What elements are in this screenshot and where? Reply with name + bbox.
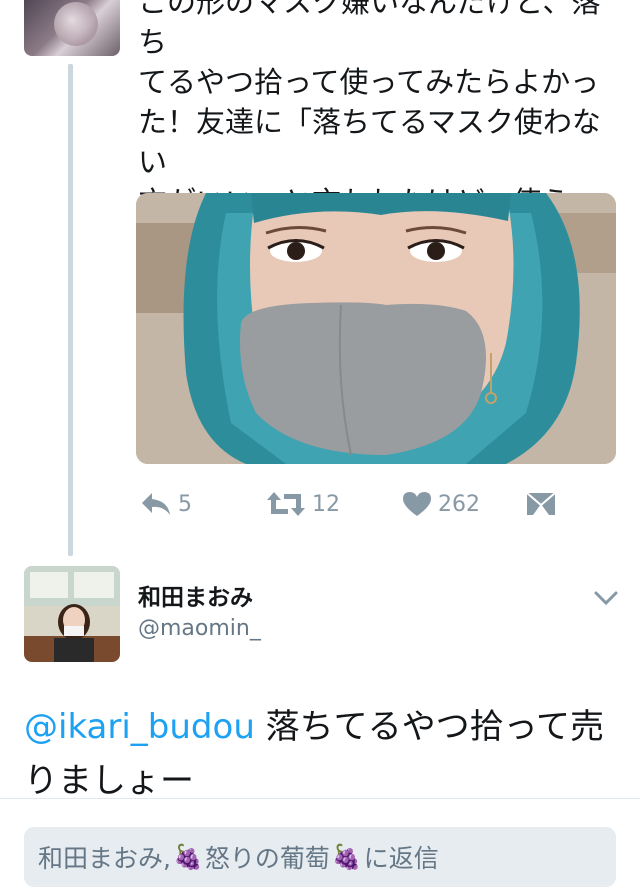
reply-input[interactable]: 和田まおみ, 🍇 怒りの葡萄 🍇 に返信 [24, 827, 616, 887]
reply-author-avatar[interactable] [24, 566, 120, 662]
grape-emoji-icon: 🍇 [331, 843, 362, 871]
avatar-image [24, 566, 120, 662]
reply-icon [140, 491, 172, 517]
reply-count: 5 [178, 491, 192, 517]
like-count: 262 [438, 491, 480, 517]
reply-to-suffix: に返信 [363, 844, 439, 873]
direct-message-button[interactable] [526, 484, 556, 524]
mention-link[interactable]: @ikari_budou [24, 707, 255, 747]
tweet-actions-bar: 5 12 262 [136, 484, 616, 524]
tweet-photo[interactable] [136, 193, 616, 464]
more-options-button[interactable] [592, 588, 620, 608]
reply-author-handle[interactable]: @maomin_ [138, 616, 261, 641]
grape-emoji-icon: 🍇 [172, 843, 203, 871]
chevron-down-icon [592, 591, 620, 612]
reply-tweet-text: @ikari_budou 落ちてるやつ拾って売りましょー [24, 700, 624, 808]
retweet-count: 12 [312, 491, 340, 517]
like-button[interactable]: 262 [402, 484, 480, 524]
reply-composer-bar: 和田まおみ, 🍇 怒りの葡萄 🍇 に返信 [0, 798, 640, 887]
like-icon [402, 491, 432, 517]
reply-author-name[interactable]: 和田まおみ [138, 578, 253, 612]
reply-to-names: 和田まおみ, [38, 844, 171, 873]
direct-message-icon [526, 490, 556, 518]
retweet-icon [266, 490, 306, 518]
retweet-button[interactable]: 12 [266, 484, 340, 524]
photo-illustration [136, 193, 616, 464]
thread-connector-line [68, 64, 73, 556]
reply-button[interactable]: 5 [140, 484, 192, 524]
avatar-image [54, 2, 98, 46]
author-avatar[interactable] [24, 0, 120, 56]
reply-to-name-2: 怒りの葡萄 [204, 844, 330, 873]
